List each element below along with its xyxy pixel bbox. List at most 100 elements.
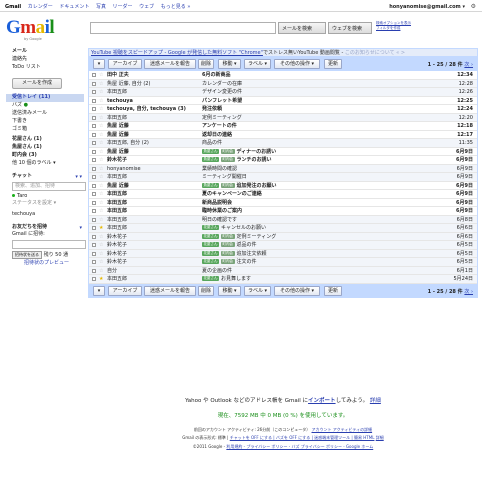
chat-search-input[interactable]: 検索、追加、招待 <box>12 181 86 191</box>
message-label-tag[interactable]: 町内会 <box>221 259 235 264</box>
send-invite-button[interactable]: 招待状を送る <box>12 250 42 259</box>
star-icon[interactable]: ☆ <box>99 71 103 80</box>
star-icon[interactable]: ☆ <box>99 182 103 191</box>
star-icon[interactable]: ☆ <box>99 88 103 97</box>
message-label-tag[interactable]: 花屋さん <box>202 233 219 239</box>
topnav-web[interactable]: ウェブ <box>139 4 154 10</box>
star-icon[interactable]: ☆ <box>99 122 103 131</box>
promo-link[interactable]: YouTube 視聴をスピードアップ - Google が発信した無料ソフト "… <box>91 50 263 56</box>
sidebar-item-sent[interactable]: 送信済みメール <box>6 110 84 118</box>
message-checkbox[interactable] <box>92 183 96 188</box>
message-label-tag[interactable]: 花屋さん <box>202 259 219 264</box>
next-page-link-bottom[interactable]: 次 › <box>464 289 473 295</box>
view-links[interactable]: チャットを OFF にする | バズを OFF にする | 迷惑端末管理ツール … <box>230 435 375 440</box>
message-checkbox[interactable] <box>92 192 96 196</box>
invite-email-input[interactable] <box>12 239 86 249</box>
message-row[interactable]: ☆ 本田五郎 夏のキャンペーンのご連絡 6月9日 <box>89 190 477 199</box>
message-checkbox[interactable] <box>92 107 96 111</box>
message-checkbox[interactable] <box>92 81 96 86</box>
message-label-tag[interactable]: 町内会 <box>221 157 235 162</box>
message-row[interactable]: ☆ 鈴木花子 花屋さん 町内会 返品の件 6月5日 <box>89 241 477 250</box>
message-checkbox[interactable] <box>92 158 96 162</box>
report-spam-button[interactable]: 迷惑メールを報告 <box>144 59 196 69</box>
sidebar-item-contacts[interactable]: 連絡先 <box>6 56 84 64</box>
more-actions-button-bottom[interactable]: その他の操作 ▾ <box>274 285 320 296</box>
gmail-logo[interactable]: Gmail <box>6 17 55 39</box>
message-row[interactable]: ☆ 鈴木花子 花屋さん 町内会 追加注文依頼 6月5日 <box>89 249 477 258</box>
message-label-tag[interactable]: 花屋さん <box>202 242 219 247</box>
message-checkbox[interactable] <box>92 251 96 256</box>
invite-options-icon[interactable]: ▾ <box>79 224 82 232</box>
message-row[interactable]: ☆ 鈴木花子 魚屋さん 町内会 ランチのお誘い 6月9日 <box>89 156 477 165</box>
activity-detail-link[interactable]: アカウント アクティビティの詳細 <box>312 427 373 432</box>
move-button[interactable]: 移動 ▾ <box>218 59 241 69</box>
next-page-link[interactable]: 次 › <box>464 62 473 68</box>
message-row[interactable]: ☆ 魚屋 近藤, 自分 (2) カレンダーの在庫 12:28 <box>89 79 477 89</box>
message-checkbox[interactable] <box>92 73 96 77</box>
message-label-tag[interactable]: 町内会 <box>221 233 235 239</box>
message-row[interactable]: ☆ techouya, 自分, techouya (3) 発注依頼 12:24 <box>89 105 477 114</box>
archive-button-bottom[interactable]: アーカイブ <box>108 285 142 296</box>
view-detail-link[interactable]: 詳細 <box>376 435 384 440</box>
message-row[interactable]: ☆ 本田五郎 新商品説明会 6月9日 <box>89 198 477 208</box>
sidebar-more-labels[interactable]: 他 10 個のラベル ▾ <box>6 160 84 168</box>
more-actions-button[interactable]: その他の操作 ▾ <box>274 59 320 69</box>
sidebar-label-florist[interactable]: 花屋さん (1) <box>6 136 84 144</box>
sidebar-item-trash[interactable]: ゴミ箱 <box>6 126 84 134</box>
message-label-tag[interactable]: 町内会 <box>221 148 235 154</box>
message-label-tag[interactable]: 花屋さん <box>202 225 219 230</box>
message-label-tag[interactable]: 魚屋さん <box>202 182 219 188</box>
message-row[interactable]: ☆ 魚屋 近藤 魚屋さん 町内会 ディナーのお誘い 6月9日 <box>89 147 477 157</box>
message-row[interactable]: ☆ 魚屋 近藤 魚屋さん 町内会 追加発注のお願い 6月9日 <box>89 181 477 191</box>
message-checkbox[interactable] <box>92 149 96 154</box>
star-icon[interactable]: ☆ <box>99 148 103 157</box>
star-icon[interactable]: ☆ <box>99 97 103 106</box>
message-checkbox[interactable] <box>92 209 96 213</box>
label-button[interactable]: ラベル ▾ <box>244 59 271 69</box>
sidebar-item-mail[interactable]: メール <box>6 48 84 56</box>
chat-options-icon[interactable]: ▾ ▾ <box>75 173 82 181</box>
archive-button[interactable]: アーカイブ <box>108 59 142 69</box>
account-email[interactable]: honyanomise@gmail.com ▾ <box>389 4 465 10</box>
message-row[interactable]: ★ 本田五郎 花屋さん お見舞します 5月24日 <box>89 275 477 284</box>
message-checkbox[interactable] <box>92 226 96 230</box>
star-icon[interactable]: ☆ <box>99 207 103 216</box>
message-row[interactable]: ☆ 本田五郎, 自分 (2) 商品の件 11:35 <box>89 139 477 148</box>
message-label-tag[interactable]: 花屋さん <box>202 276 219 281</box>
topnav-gmail[interactable]: Gmail <box>5 4 21 10</box>
message-label-tag[interactable]: 町内会 <box>221 242 235 247</box>
topnav-calendar[interactable]: カレンダー <box>28 4 53 10</box>
message-row[interactable]: ☆ 本田五郎 デザイン変更の件 12:26 <box>89 88 477 97</box>
star-icon[interactable]: ☆ <box>99 199 103 208</box>
star-icon[interactable]: ☆ <box>99 80 103 89</box>
topnav-reader[interactable]: リーダー <box>113 4 133 10</box>
sidebar-item-todo[interactable]: ToDo リスト <box>6 64 84 72</box>
message-row[interactable]: ☆ 魚屋 近藤 返却日の連絡 12:17 <box>89 130 477 140</box>
message-label-tag[interactable]: 魚屋さん <box>202 148 219 154</box>
star-icon[interactable]: ☆ <box>99 267 103 276</box>
message-checkbox[interactable] <box>92 115 96 120</box>
star-icon[interactable]: ☆ <box>99 131 103 140</box>
gear-icon[interactable]: ⚙ <box>471 3 476 10</box>
star-icon[interactable]: ☆ <box>99 156 103 165</box>
invite-preview-link[interactable]: 招待状のプレビュー <box>6 260 84 268</box>
message-label-tag[interactable]: 魚屋さん <box>202 157 219 162</box>
refresh-button-bottom[interactable]: 更新 <box>324 285 342 296</box>
message-row[interactable]: ☆ 自分 夏の企画の件 6月1日 <box>89 266 477 276</box>
message-row[interactable]: ☆ 本田五郎 ミーティング開催日 6月9日 <box>89 173 477 182</box>
import-detail-link[interactable]: 詳細 <box>370 398 381 404</box>
topnav-more[interactable]: もっと見る » <box>161 4 191 10</box>
star-icon[interactable]: ★ <box>99 224 103 233</box>
message-checkbox[interactable] <box>92 277 96 281</box>
star-icon[interactable]: ☆ <box>99 165 103 174</box>
copyright-links[interactable]: 利用規約 - プライバシー ポリシー - バズ プライバシー ポリシー - Go… <box>226 444 373 449</box>
promo-tail[interactable]: このお知らせについて « > <box>345 50 405 56</box>
message-row[interactable]: ★ 本田五郎 花屋さん キャンセルのお願い 6月6日 <box>89 224 477 233</box>
star-icon[interactable]: ☆ <box>99 139 103 148</box>
message-checkbox[interactable] <box>92 166 96 171</box>
message-checkbox[interactable] <box>92 141 96 145</box>
compose-button[interactable]: メールを作成 <box>12 78 62 90</box>
message-row[interactable]: ☆ 鈴木花子 花屋さん 町内会 注文の件 6月5日 <box>89 258 477 267</box>
select-all-checkbox[interactable]: ▾ <box>93 59 105 69</box>
message-row[interactable]: ☆ techouya パンフレット希望 12:25 <box>89 96 477 106</box>
